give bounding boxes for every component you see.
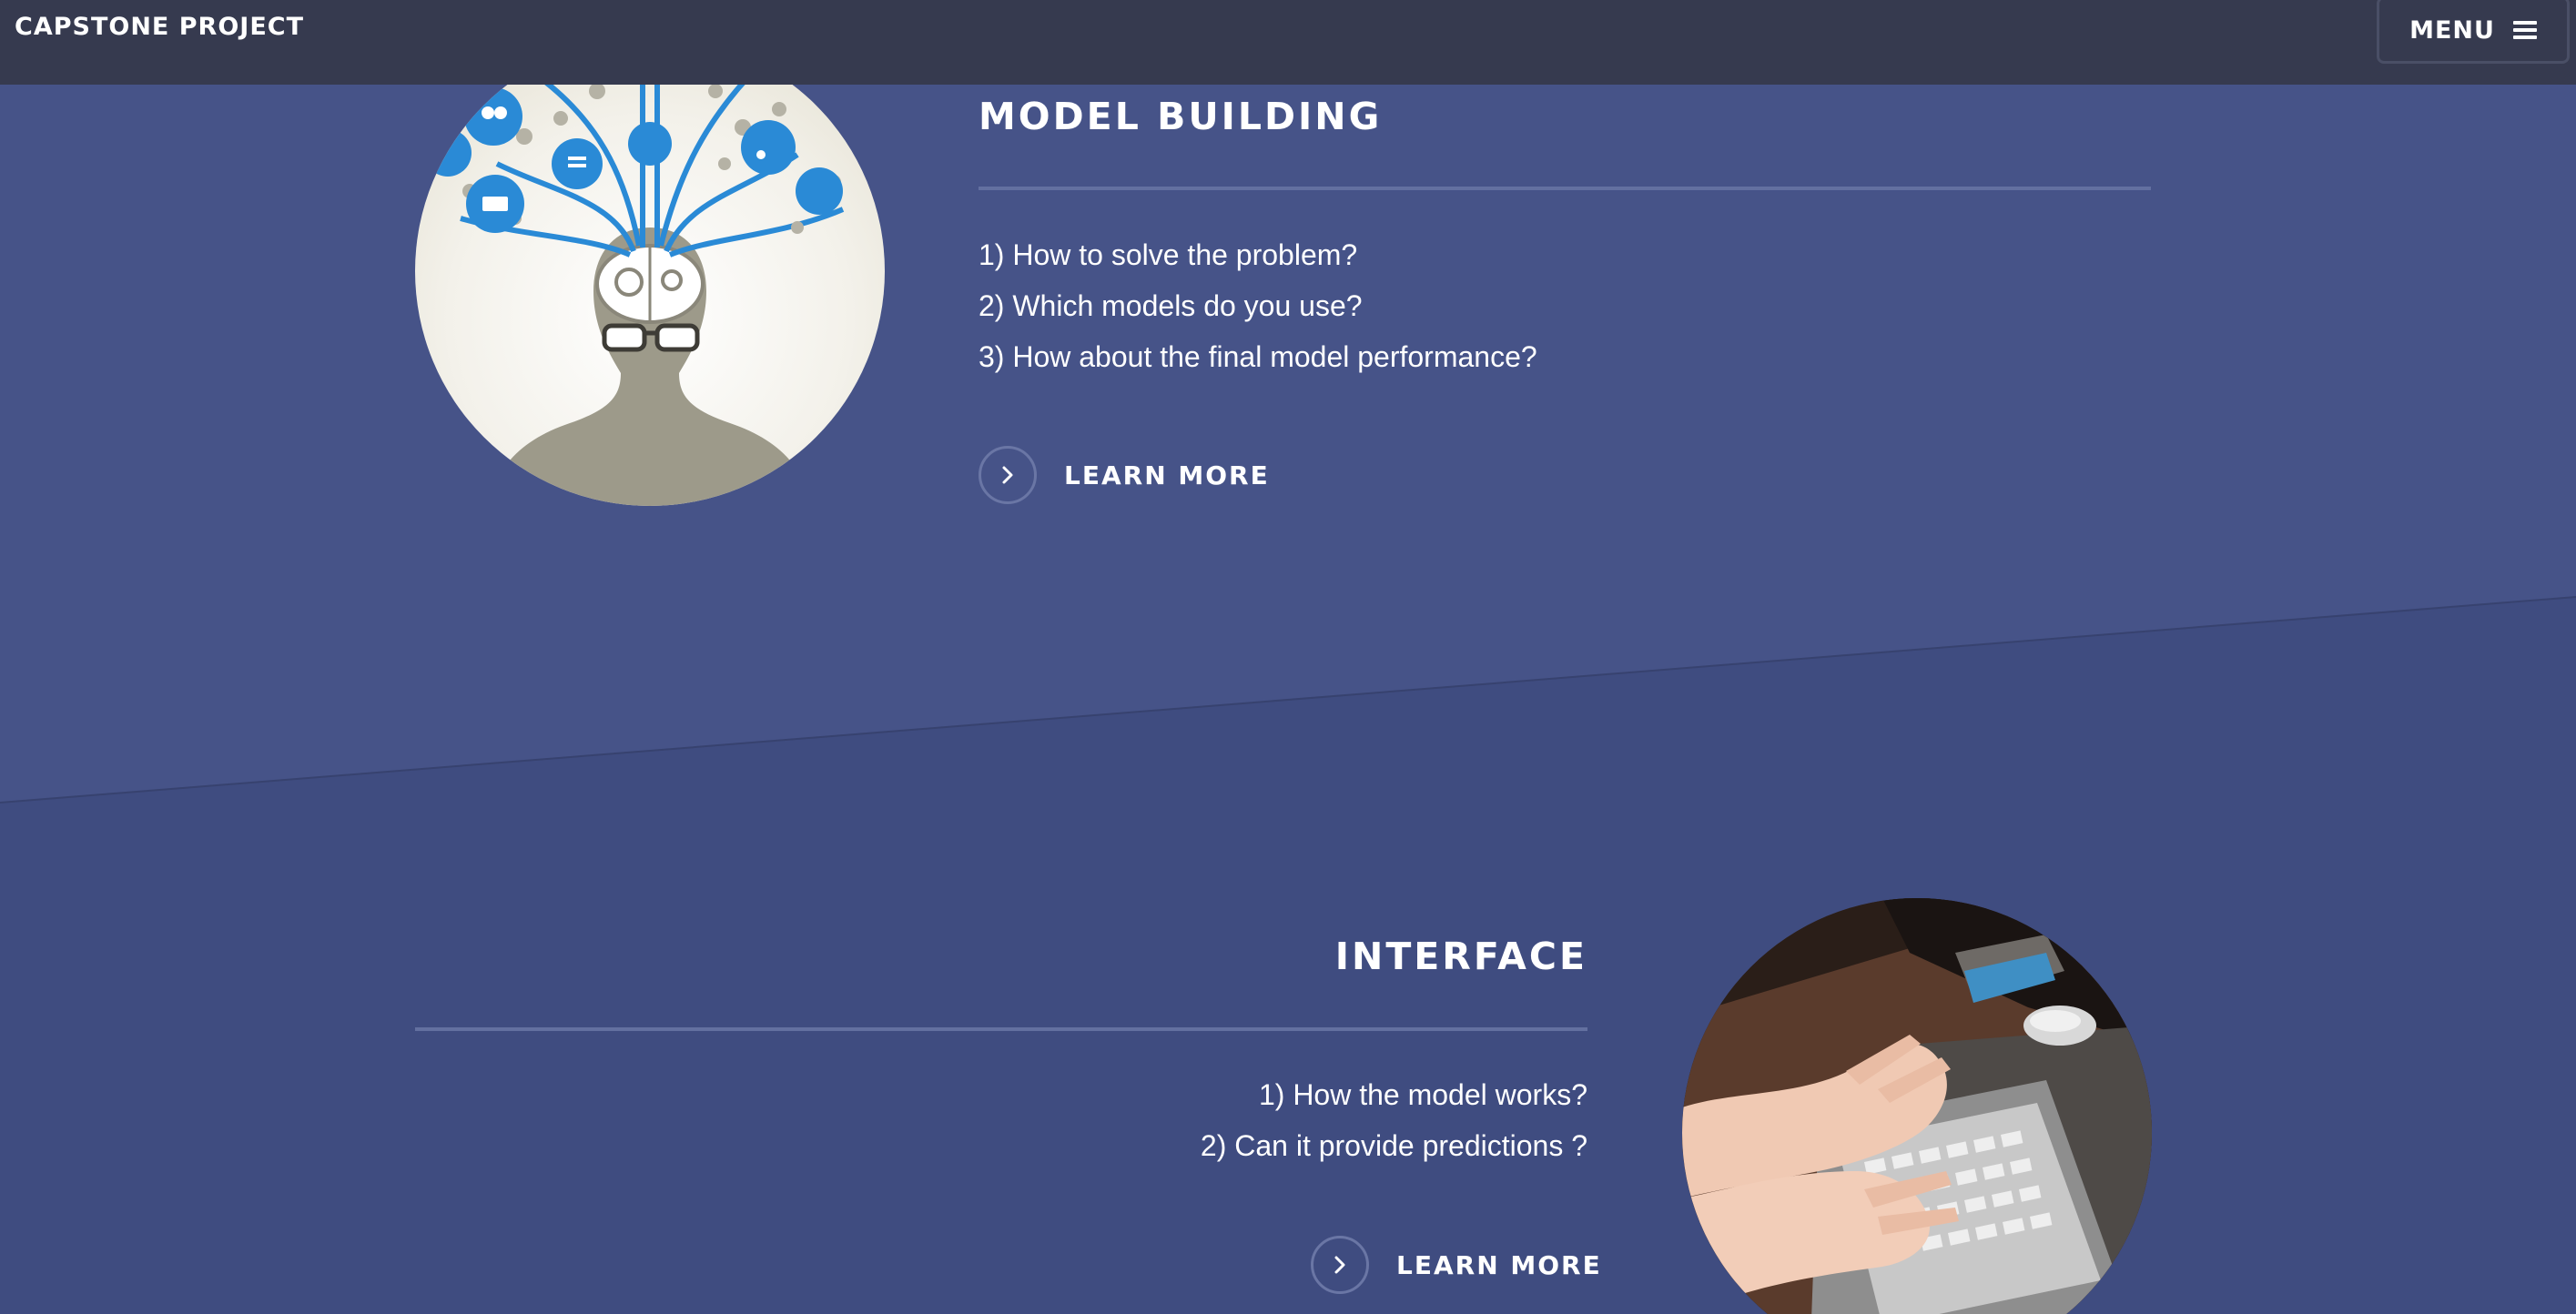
chevron-right-icon xyxy=(979,446,1037,504)
brain-network-image xyxy=(415,36,885,506)
question-line: 3) How about the final model performance… xyxy=(979,340,1537,373)
interface-questions: 1) How the model works? 2) Can it provid… xyxy=(910,1069,1587,1171)
menu-button[interactable]: MENU xyxy=(2377,0,2570,64)
model-building-title: MODEL BUILDING xyxy=(979,95,1383,138)
menu-button-label: MENU xyxy=(2409,15,2495,45)
brand-logo-text[interactable]: CAPSTONE PROJECT xyxy=(15,13,304,41)
hamburger-icon xyxy=(2512,21,2537,39)
interface-divider xyxy=(415,1027,1587,1031)
interface-learn-more-link[interactable]: LEARN MORE xyxy=(1311,1236,1602,1294)
top-navbar: CAPSTONE PROJECT MENU xyxy=(0,0,2576,85)
question-line: 1) How to solve the problem? xyxy=(979,238,1358,271)
question-line: 1) How the model works? xyxy=(1258,1078,1587,1111)
question-line: 2) Can it provide predictions ? xyxy=(1200,1129,1587,1162)
model-building-questions: 1) How to solve the problem? 2) Which mo… xyxy=(979,229,1537,382)
question-line: 2) Which models do you use? xyxy=(979,289,1363,322)
learn-more-label: LEARN MORE xyxy=(1064,460,1270,490)
interface-title: INTERFACE xyxy=(1334,935,1587,978)
learn-more-label: LEARN MORE xyxy=(1396,1249,1602,1280)
chevron-right-icon xyxy=(1311,1236,1369,1294)
model-building-learn-more-link[interactable]: LEARN MORE xyxy=(979,446,1270,504)
model-building-divider xyxy=(979,187,2151,190)
